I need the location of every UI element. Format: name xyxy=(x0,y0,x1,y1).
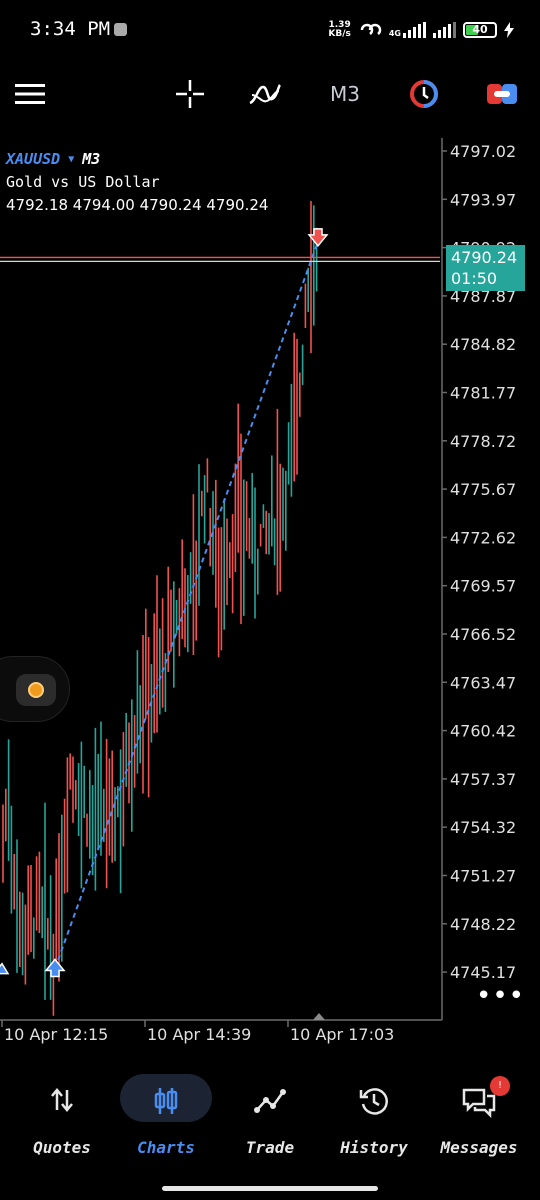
price-tick-label: 4772.62 xyxy=(450,528,516,547)
symbol-timeframe: M3 xyxy=(82,150,101,168)
nav-label-messages: Messages xyxy=(440,1138,518,1157)
price-tick-label: 4745.17 xyxy=(450,963,516,982)
nav-label-quotes: Quotes xyxy=(33,1138,91,1157)
chart-info: XAUUSD ▼ M3 Gold vs US Dollar 4792.18 47… xyxy=(6,150,268,214)
time-tick-label: 10 Apr 17:03 xyxy=(290,1025,394,1044)
price-tick-label: 4775.67 xyxy=(450,480,516,499)
price-tick-label: 4751.27 xyxy=(450,867,516,886)
price-tick-label: 4778.72 xyxy=(450,432,516,451)
time-tick-label: 10 Apr 12:15 xyxy=(4,1025,108,1044)
price-tick-label: 4766.52 xyxy=(450,625,516,644)
price-tick-label: 4797.02 xyxy=(450,142,516,161)
messages-badge: ! xyxy=(490,1076,510,1096)
time-tick-label: 10 Apr 14:39 xyxy=(147,1025,251,1044)
current-price-tag: 4790.24 01:50 xyxy=(446,245,525,291)
more-options-icon[interactable]: ••• xyxy=(476,983,525,1009)
bar-countdown: 01:50 xyxy=(451,269,498,288)
signals-button[interactable] xyxy=(16,674,56,706)
time-scroll-marker xyxy=(313,1013,325,1020)
price-tick-label: 4757.37 xyxy=(450,770,516,789)
buy-signal-arrow xyxy=(44,958,66,978)
history-icon xyxy=(359,1088,388,1115)
buy-signal-arrow xyxy=(0,962,10,975)
price-tick-label: 4784.82 xyxy=(450,335,516,354)
symbol-label[interactable]: XAUUSD xyxy=(6,150,60,168)
symbol-line[interactable]: XAUUSD ▼ M3 xyxy=(6,150,268,168)
charts-icon xyxy=(154,1088,178,1114)
nav-history[interactable]: History xyxy=(319,1070,429,1160)
price-tick-label: 4748.22 xyxy=(450,915,516,934)
signals xyxy=(0,228,329,978)
coin-icon xyxy=(28,682,44,698)
price-tick-label: 4793.97 xyxy=(450,190,516,209)
home-indicator xyxy=(162,1186,378,1191)
quotes-icon xyxy=(51,1088,73,1112)
trade-icon xyxy=(254,1089,286,1113)
candles xyxy=(2,200,318,1016)
nav-messages[interactable]: ! Messages xyxy=(424,1070,534,1160)
price-tick-label: 4781.77 xyxy=(450,384,516,403)
nav-label-trade: Trade xyxy=(245,1138,295,1157)
current-price: 4790.24 xyxy=(451,248,518,267)
nav-label-charts: Charts xyxy=(137,1138,195,1157)
price-tick-label: 4760.42 xyxy=(450,722,516,741)
symbol-description: Gold vs US Dollar xyxy=(6,173,160,191)
time-axis: 10 Apr 12:15 10 Apr 14:39 10 Apr 17:03 xyxy=(1,1020,394,1044)
ohlc-values: 4792.18 4794.00 4790.24 4790.24 xyxy=(6,196,269,214)
nav-label-history: History xyxy=(340,1138,408,1157)
price-tick-label: 4769.57 xyxy=(450,577,516,596)
bottom-navigation: Quotes Charts Trade History ! Messages xyxy=(0,1060,540,1170)
nav-charts[interactable]: Charts xyxy=(111,1070,221,1160)
nav-trade[interactable]: Trade xyxy=(215,1070,325,1160)
price-tick-label: 4763.47 xyxy=(450,673,516,692)
trend-line xyxy=(54,241,319,969)
symbol-dropdown-icon[interactable]: ▼ xyxy=(68,154,74,165)
price-tick-label: 4754.32 xyxy=(450,818,516,837)
nav-quotes[interactable]: Quotes xyxy=(7,1070,117,1160)
